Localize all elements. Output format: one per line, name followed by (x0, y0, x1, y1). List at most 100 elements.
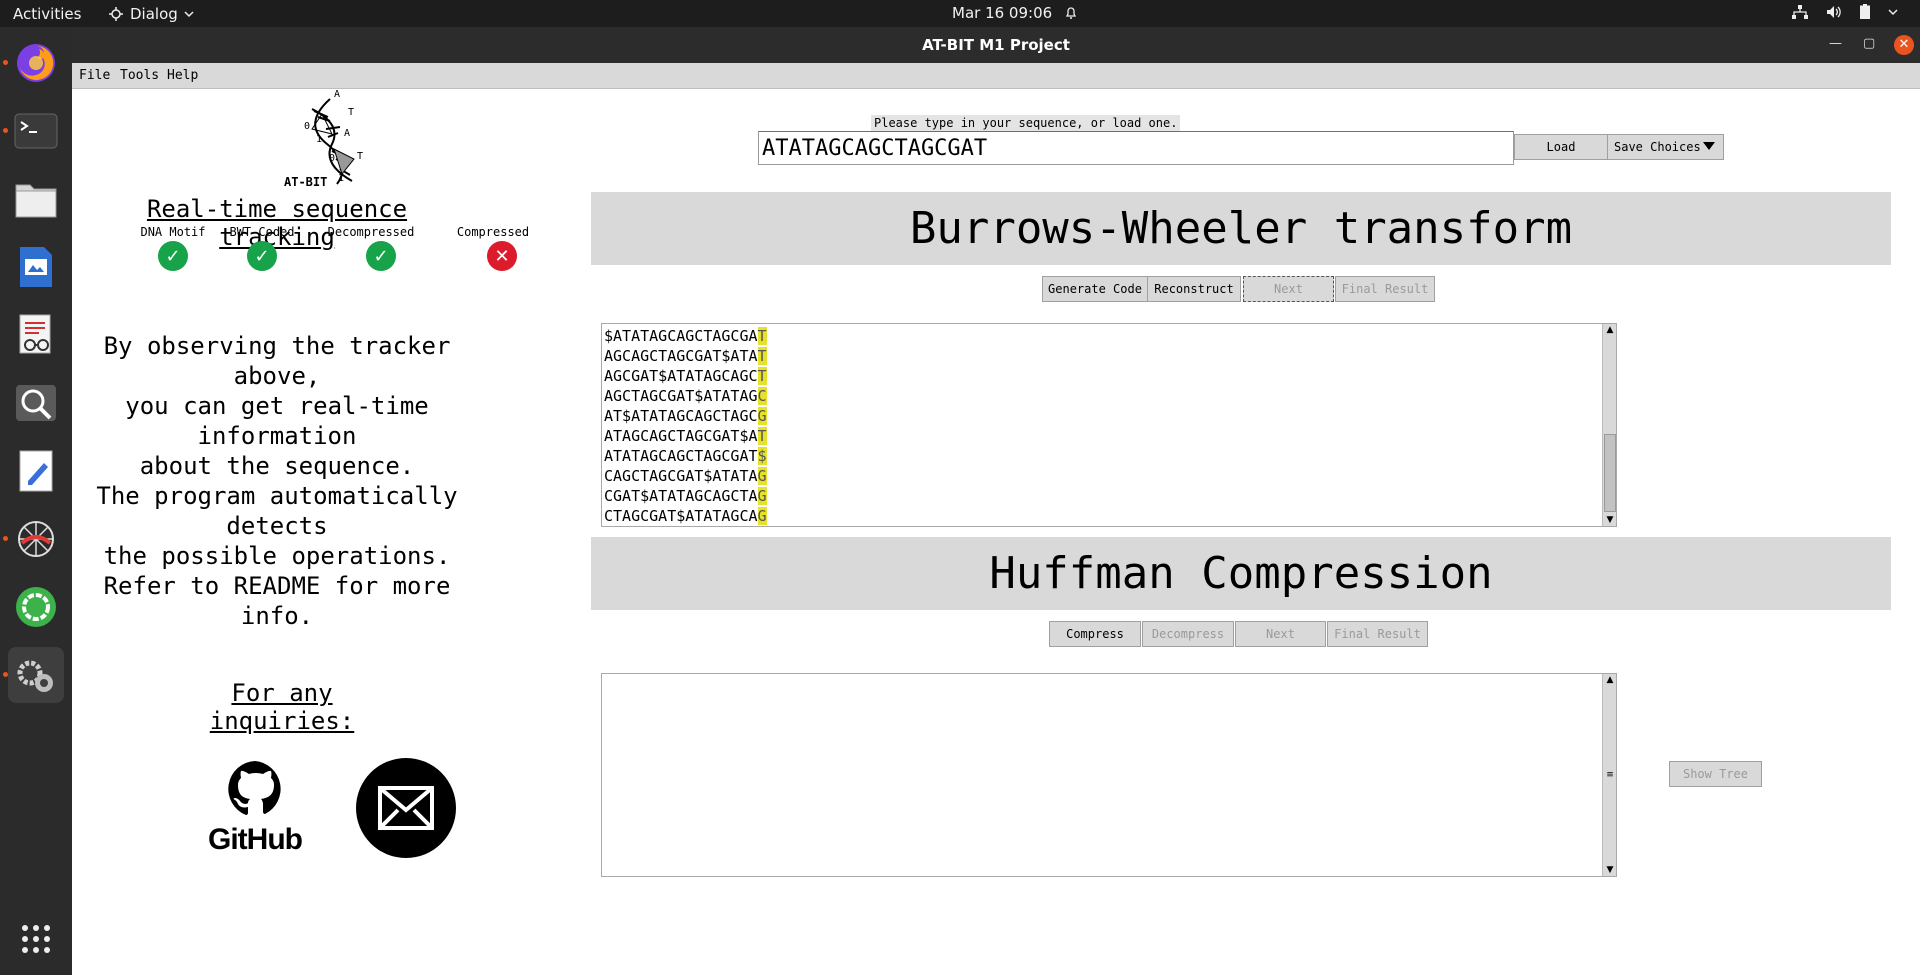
bwt-row: AGCTAGCGAT$ATATAGC (604, 386, 767, 406)
bwt-output-textbox[interactable]: $ATATAGCAGCTAGCGAT AGCAGCTAGCGAT$ATAT AGCG… (601, 323, 1617, 527)
clock[interactable]: Mar 16 09:06 (952, 4, 1078, 22)
bwt-row-last-char: T (757, 327, 767, 345)
bwt-row-last-char: G (757, 487, 767, 505)
show-tree-button[interactable]: Show Tree (1669, 761, 1762, 787)
huffman-next-button[interactable]: Next (1235, 621, 1326, 647)
scrollbar-grip-icon: ≡ (1606, 770, 1614, 780)
bwt-row-last-char: C (757, 387, 767, 405)
svg-text:1: 1 (338, 173, 344, 184)
menu-tools[interactable]: Tools (120, 68, 159, 83)
scroll-down-icon[interactable]: ▼ (1604, 864, 1616, 876)
envelope-icon (378, 786, 434, 830)
dock (0, 27, 72, 975)
battery-icon (1860, 4, 1870, 19)
menu-bar: File Tools Help (72, 63, 1920, 89)
dropdown-arrow-icon (1703, 142, 1715, 150)
bwt-title: Burrows-Wheeler transform (591, 192, 1891, 265)
check-icon: ✓ (158, 241, 188, 271)
check-icon: ✓ (366, 241, 396, 271)
tracker-label-decompressed: Decompressed (327, 225, 415, 239)
save-choices-menubutton[interactable]: Save Choices (1607, 134, 1724, 160)
at-bit-logo: 0 1 A T A 0 T 1 AT-BIT (282, 89, 402, 189)
reconstruct-button[interactable]: Reconstruct (1147, 276, 1241, 302)
sequence-input[interactable] (758, 131, 1514, 165)
bwt-row-last-char: G (757, 467, 767, 485)
bwt-row-last-char: G (757, 507, 767, 525)
svg-text:A: A (344, 128, 350, 139)
chevron-down-icon (184, 11, 194, 18)
bwt-scrollbar[interactable]: ▲ ▼ (1602, 324, 1616, 526)
bwt-row: AT$ATATAGCAGCTAGCG (604, 406, 767, 426)
libreoffice-impress-icon[interactable] (8, 239, 64, 295)
bwt-row-last-char: T (757, 367, 767, 385)
bwt-rows: $ATATAGCAGCTAGCGAT AGCAGCTAGCGAT$ATAT AGCG… (604, 326, 767, 526)
dna-logo-icon: 0 1 A T A 0 T 1 (304, 89, 363, 185)
huffman-final-result-button[interactable]: Final Result (1327, 621, 1428, 647)
image-viewer-icon[interactable] (8, 375, 64, 431)
svg-text:1: 1 (316, 134, 322, 145)
check-icon: ✓ (247, 241, 277, 271)
window-titlebar[interactable]: AT-BIT M1 Project — ▢ ✕ (72, 27, 1920, 63)
scroll-up-icon[interactable]: ▲ (1604, 674, 1616, 686)
compress-button[interactable]: Compress (1049, 621, 1141, 647)
minimize-icon[interactable]: — (1829, 36, 1842, 51)
firefox-icon[interactable] (8, 35, 64, 91)
github-label: GitHub (208, 823, 303, 856)
files-icon[interactable] (8, 171, 64, 227)
spider-icon[interactable] (8, 511, 64, 567)
menu-help[interactable]: Help (167, 68, 198, 83)
bwt-row-last-char: T (757, 347, 767, 365)
app-menu-label: Dialog (130, 5, 178, 23)
sequence-hint: Please type in your sequence, or load on… (871, 115, 1181, 131)
github-icon (228, 761, 281, 815)
bwt-row: AGCAGCTAGCGAT$ATAT (604, 346, 767, 366)
system-top-bar: Activities Dialog Mar 16 09:06 (0, 0, 1920, 27)
scroll-down-icon[interactable]: ▼ (1604, 514, 1616, 526)
github-link[interactable]: GitHub (205, 759, 305, 859)
app-menu[interactable]: Dialog (108, 5, 194, 23)
bwt-row-prefix: CTAGCGAT$ATATAGCA (604, 507, 758, 525)
svg-text:T: T (348, 107, 354, 118)
generate-code-button[interactable]: Generate Code (1042, 276, 1148, 302)
terminal-icon[interactable] (8, 103, 64, 159)
load-button[interactable]: Load (1514, 134, 1608, 160)
huffman-scrollbar[interactable]: ▲ ≡ ▼ (1602, 674, 1616, 876)
bwt-row-prefix: ATATAGCAGCTAGCGAT (604, 447, 758, 465)
huffman-output-textbox[interactable]: ▲ ≡ ▼ (601, 673, 1617, 877)
bwt-row: CAGCTAGCGAT$ATATAG (604, 466, 767, 486)
decompress-button[interactable]: Decompress (1142, 621, 1234, 647)
bwt-row-prefix: AGCAGCTAGCGAT$ATA (604, 347, 758, 365)
window-title: AT-BIT M1 Project (922, 36, 1070, 54)
scrollbar-thumb[interactable] (1604, 434, 1616, 512)
info-line: By observing the tracker above, (103, 332, 451, 390)
bwt-row-prefix: $ATATAGCAGCTAGCGA (604, 327, 758, 345)
date-time: Mar 16 09:06 (952, 4, 1053, 22)
bwt-final-result-button[interactable]: Final Result (1335, 276, 1435, 302)
show-applications-icon[interactable] (8, 911, 64, 967)
svg-text:T: T (357, 151, 363, 162)
activities-button[interactable]: Activities (13, 5, 81, 23)
bwt-row: ATATAGCAGCTAGCGAT$ (604, 446, 767, 466)
email-link[interactable] (356, 758, 456, 858)
bwt-row-prefix: ATAGCAGCTAGCGAT$A (604, 427, 758, 445)
tracker-label-compressed: Compressed (456, 225, 530, 239)
close-icon[interactable]: ✕ (1894, 35, 1914, 55)
info-text: By observing the tracker above, you can … (77, 331, 477, 631)
svg-text:A: A (334, 89, 340, 100)
info-line: about the sequence. (139, 452, 415, 480)
bwt-row: ATAGCAGCTAGCGAT$AT (604, 426, 767, 446)
settings-app-icon[interactable] (8, 647, 64, 703)
document-viewer-icon[interactable] (8, 307, 64, 363)
text-editor-icon[interactable] (8, 443, 64, 499)
system-tray[interactable] (1792, 4, 1898, 19)
svg-text:0: 0 (329, 153, 335, 164)
info-line: Refer to README for more info. (103, 572, 451, 630)
bwt-next-button[interactable]: Next (1243, 276, 1334, 302)
menu-file[interactable]: File (79, 68, 110, 83)
save-choices-label: Save Choices (1614, 140, 1701, 154)
scroll-up-icon[interactable]: ▲ (1604, 324, 1616, 336)
chevron-down-icon (1888, 8, 1898, 15)
maximize-icon[interactable]: ▢ (1863, 36, 1875, 51)
circle-app-icon[interactable] (8, 579, 64, 635)
info-line: you can get real-time information (125, 392, 429, 450)
